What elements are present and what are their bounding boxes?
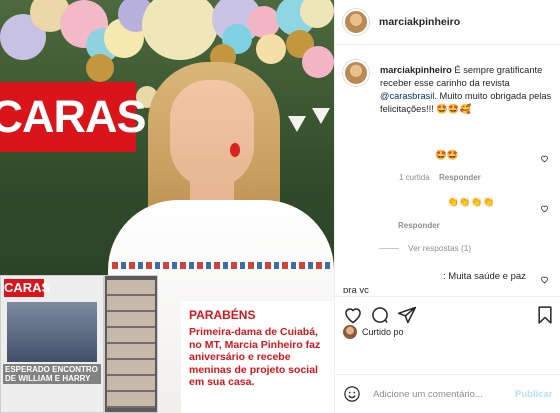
mini-magazine-page (104, 275, 158, 413)
author-avatar[interactable] (343, 9, 369, 35)
comment-like-heart-icon[interactable] (540, 154, 549, 163)
publish-button[interactable]: Publicar (515, 389, 553, 400)
liker-avatar (343, 325, 357, 339)
share-icon[interactable] (397, 305, 417, 325)
mini-cover-headline: ESPERADO ENCONTRO DE WILLIAM E HARRY (3, 364, 101, 384)
article-caption-title: PARABÉNS (189, 308, 256, 322)
comment-text: 🤩🤩 (435, 150, 459, 161)
woman-face (170, 80, 254, 188)
caption-author-avatar[interactable] (343, 60, 369, 86)
balloon (86, 54, 114, 82)
balloon (256, 34, 286, 64)
mini-magazine-cover: CARAS ESPERADO ENCONTRO DE WILLIAM E HAR… (0, 275, 104, 413)
earring (230, 143, 240, 157)
replies-divider (379, 247, 399, 249)
comment-item: 👏👏👏👏 (373, 197, 555, 208)
comment-item: : Muita saúde e paz pra vc (343, 270, 529, 293)
mini-cover-photo (7, 302, 97, 362)
comment-like-heart-icon[interactable] (540, 204, 549, 213)
caption-comment-text: marciakpinheiro É sempre gratificante re… (380, 64, 556, 116)
comment-text: : Muita saúde e paz pra vc (343, 271, 526, 293)
post-header: marciakpinheiro (335, 0, 560, 45)
comment-input[interactable] (373, 388, 507, 400)
article-caption-text: Primeira-dama de Cuiabá, no MT, Marcia P… (189, 326, 321, 388)
comment-reply-link[interactable]: Responder (398, 221, 440, 230)
comment-text: 👏👏👏👏 (447, 197, 495, 208)
mini-page-thumbnails (107, 280, 155, 408)
author-username[interactable]: marciakpinheiro (379, 16, 460, 28)
magazine-logo-text: CARAS (0, 91, 147, 142)
bookmark-icon[interactable] (535, 305, 555, 325)
liked-by-text: Curtido po (362, 327, 404, 337)
add-comment-bar: Publicar (335, 374, 560, 413)
bunting-pennant (312, 108, 330, 124)
comments-list[interactable]: marciakpinheiro É sempre gratificante re… (335, 46, 560, 293)
like-heart-icon[interactable] (343, 305, 363, 325)
comment-item: 🤩🤩 (373, 150, 555, 161)
liked-by-summary[interactable]: Curtido po (343, 325, 404, 339)
post-side-panel: marciakpinheiro marciakpinheiro É sempre… (334, 0, 560, 413)
view-replies-toggle[interactable]: Ver respostas (1) (379, 243, 471, 253)
mini-cover-logo: CARAS (4, 279, 51, 297)
caption-mention-link[interactable]: @carasbrasil (380, 91, 434, 101)
comment-reply-link[interactable]: Responder (439, 173, 481, 182)
comment-like-heart-icon[interactable] (540, 275, 549, 284)
comment-icon[interactable] (370, 305, 390, 325)
bunting-pennant (288, 116, 306, 132)
comment-likes-count[interactable]: 1 curtida (399, 173, 430, 182)
view-replies-label: Ver respostas (1) (408, 243, 472, 253)
post-image[interactable]: CARAS CARAS ESPERADO ENCONTRO DE WILLIAM… (0, 0, 334, 413)
balloon (248, 6, 280, 38)
dress-embroidery (112, 262, 330, 269)
emoji-icon[interactable] (343, 385, 361, 403)
article-caption-card: PARABÉNS Primeira-dama de Cuiabá, no MT,… (181, 301, 334, 413)
caption-username[interactable]: marciakpinheiro (380, 65, 452, 75)
balloon (302, 46, 334, 78)
magazine-logo: CARAS (0, 82, 147, 152)
